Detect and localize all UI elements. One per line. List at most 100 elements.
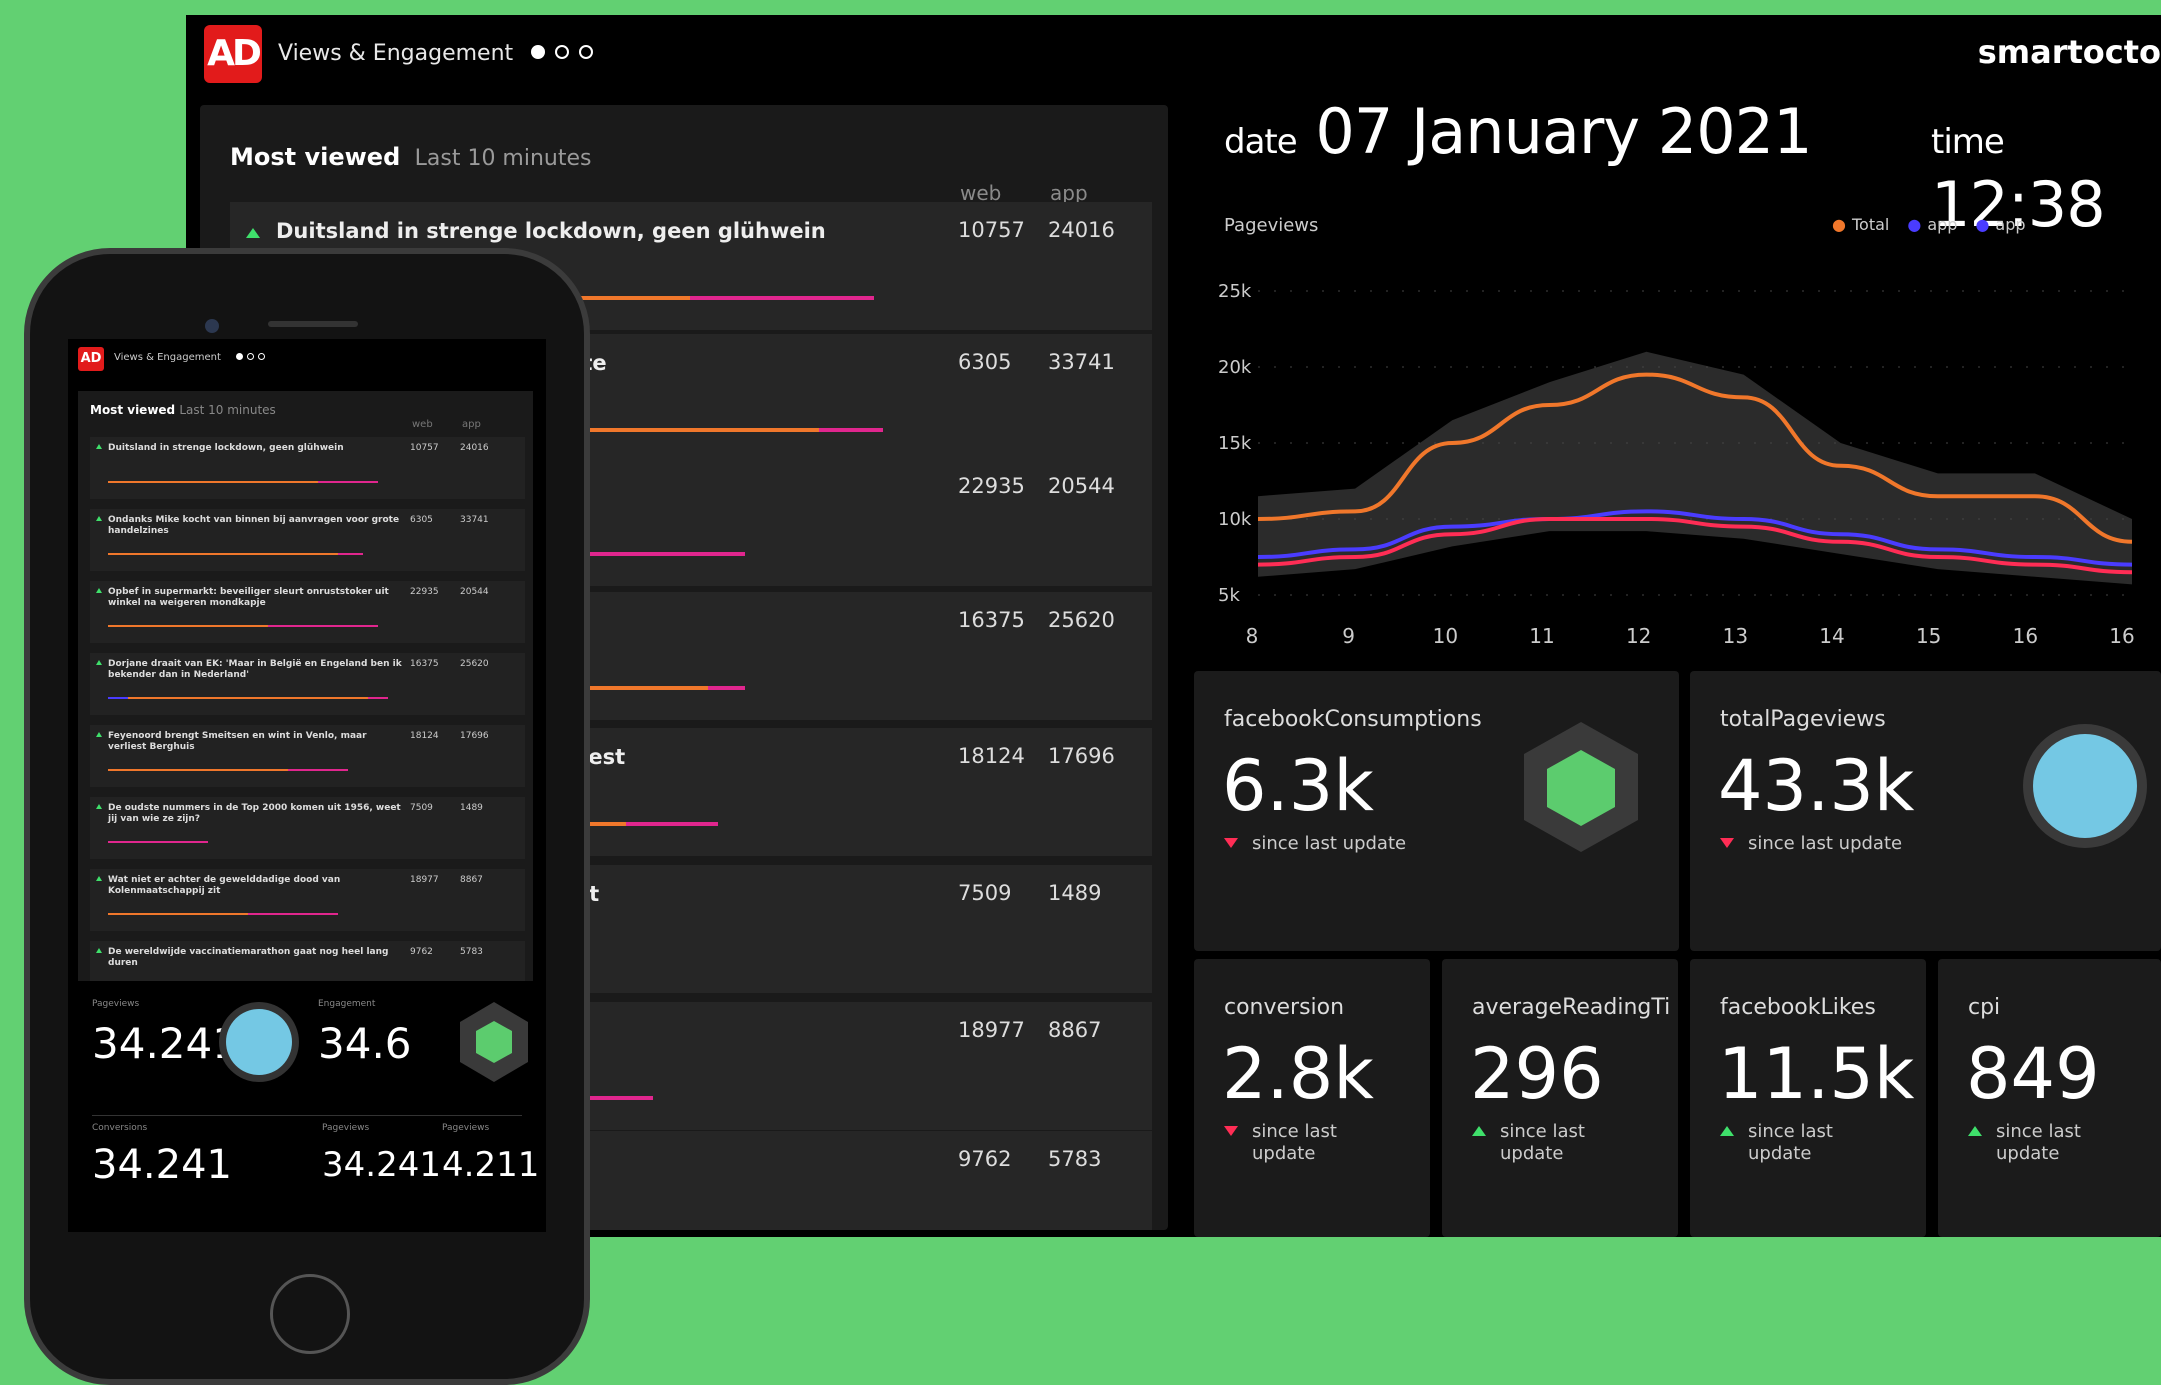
phone-bar-segment (108, 841, 208, 843)
phone-metric-value: 34.241 (92, 1142, 232, 1188)
phone-app-views: 20544 (460, 587, 489, 597)
phone-article-row[interactable]: Opbef in supermarkt: beveiliger sleurt o… (90, 581, 525, 643)
time-label: time (1931, 122, 2005, 162)
y-tick-label: 15k (1218, 433, 1252, 454)
phone-article-row[interactable]: Ondanks Mike kocht van binnen bij aanvra… (90, 509, 525, 571)
card-label: averageReadingTi (1472, 995, 1671, 1020)
circle-icon (2023, 724, 2147, 848)
article-title[interactable]: Duitsland in strenge lockdown, geen glüh… (276, 218, 876, 244)
phone-article-title[interactable]: De oudste nummers in de Top 2000 komen u… (108, 803, 408, 825)
phone-article-title[interactable]: Dorjane draait van EK: 'Maar in België e… (108, 659, 408, 681)
card-value: 6.3k (1222, 745, 1374, 827)
app-views: 17696 (1048, 744, 1115, 768)
phone-col-web: web (412, 419, 433, 430)
phone-article-title[interactable]: Opbef in supermarkt: beveiliger sleurt o… (108, 587, 408, 609)
app-views: 25620 (1048, 608, 1115, 632)
pageviews-chart: Pageviews Total app app 25k20k15k10k5k89… (1212, 195, 2161, 665)
phone-article-row[interactable]: De oudste nummers in de Top 2000 komen u… (90, 797, 525, 859)
phone-web-views: 6305 (410, 515, 433, 525)
phone-metric-value: 34.241 (92, 1019, 239, 1068)
phone-article-row[interactable]: Duitsland in strenge lockdown, geen glüh… (90, 437, 525, 499)
phone-traffic-bar (108, 913, 338, 915)
x-tick-label: 9 (1342, 624, 1355, 648)
card-update-text: since last update (1500, 1121, 1585, 1164)
phone-bar-segment (338, 553, 363, 555)
chart-canvas: 25k 20k 15k 10k 5k 8 9 10 11 12 13 14 15 16 16 (1218, 281, 2135, 648)
dashboard-title: Views & Engagement (278, 41, 514, 66)
phone-metric-label: Pageviews (322, 1123, 370, 1133)
hexagon-icon (460, 1002, 528, 1082)
card-facebook-likes: facebookLikes 11.5k since last update (1690, 959, 1926, 1237)
phone-article-row[interactable]: Dorjane draait van EK: 'Maar in België e… (90, 653, 525, 715)
phone-device: AD Views & Engagement Most viewed Last 1… (24, 248, 590, 1385)
phone-article-title[interactable]: Duitsland in strenge lockdown, geen glüh… (108, 443, 408, 454)
phone-article-title[interactable]: Wat niet er achter de gewelddadige dood … (108, 875, 408, 897)
page-dot[interactable] (579, 45, 593, 59)
y-tick-label: 20k (1218, 357, 1252, 378)
phone-article-row[interactable]: De wereldwijde vaccinatiemarathon gaat n… (90, 941, 525, 981)
phone-metric-label: Conversions (92, 1123, 148, 1133)
phone-bar-segment (108, 553, 338, 555)
phone-bar-segment (108, 625, 268, 627)
phone-article-row[interactable]: Wat niet er achter de gewelddadige dood … (90, 869, 525, 931)
page-dot[interactable] (555, 45, 569, 59)
trend-down-icon (1224, 838, 1238, 848)
phone-page-indicator (236, 353, 265, 360)
y-tick-label: 10k (1218, 509, 1252, 530)
phone-screen: AD Views & Engagement Most viewed Last 1… (68, 339, 546, 1232)
phone-home-button[interactable] (270, 1274, 350, 1354)
date-display: date 07 January 2021 (1224, 95, 1813, 168)
phone-web-views: 9762 (410, 947, 433, 957)
trend-up-icon (96, 516, 102, 521)
phone-web-views: 7509 (410, 803, 433, 813)
x-tick-label: 16 (2109, 624, 2134, 648)
most-viewed-subtitle: Last 10 minutes (414, 146, 592, 171)
card-update: since last update (1224, 833, 1406, 855)
trend-up-icon (96, 444, 102, 449)
phone-app-views: 5783 (460, 947, 483, 957)
phone-metric-label: Pageviews (92, 999, 140, 1009)
page-dot[interactable] (258, 353, 265, 360)
trend-up-icon (96, 588, 102, 593)
phone-bar-segment (248, 913, 338, 915)
phone-app-views: 33741 (460, 515, 489, 525)
phone-speaker (268, 321, 358, 327)
phone-metric-label: Pageviews (442, 1123, 490, 1133)
phone-web-views: 18124 (410, 731, 439, 741)
x-tick-label: 15 (1916, 624, 1941, 648)
phone-article-title[interactable]: Feyenoord brengt Smeitsen en wint in Ven… (108, 731, 408, 753)
page-dot-active[interactable] (236, 353, 243, 360)
app-views: 24016 (1048, 218, 1115, 242)
bar-segment-social (625, 822, 718, 826)
phone-web-views: 22935 (410, 587, 439, 597)
phone-web-views: 16375 (410, 659, 439, 669)
phone-camera (205, 319, 219, 333)
most-viewed-title: Most viewed Last 10 minutes (230, 143, 591, 171)
date-label: date (1224, 122, 1298, 162)
trend-up-icon (96, 732, 102, 737)
page-dot[interactable] (247, 353, 254, 360)
trend-up-icon (96, 948, 102, 953)
x-tick-label: 13 (1723, 624, 1748, 648)
phone-metric-label: Engagement (318, 999, 376, 1009)
phone-article-title[interactable]: De wereldwijde vaccinatiemarathon gaat n… (108, 947, 408, 969)
phone-article-row[interactable]: Feyenoord brengt Smeitsen en wint in Ven… (90, 725, 525, 787)
phone-bar-segment (128, 697, 368, 699)
phone-metric-value: 34.241 (322, 1145, 441, 1185)
phone-traffic-bar (108, 481, 378, 483)
page-dot-active[interactable] (531, 45, 545, 59)
card-value: 11.5k (1718, 1033, 1915, 1115)
phone-article-title[interactable]: Ondanks Mike kocht van binnen bij aanvra… (108, 515, 408, 537)
phone-metric-value: 4.211 (442, 1145, 540, 1185)
bar-segment-social (708, 686, 746, 690)
bar-segment-social (818, 428, 884, 432)
card-update-text: since last update (1748, 833, 1903, 854)
web-views: 18124 (958, 744, 1025, 768)
card-update-text: since last update (1996, 1121, 2081, 1164)
card-value: 296 (1470, 1033, 1604, 1115)
card-label: facebookConsumptions (1224, 707, 1482, 732)
phone-bar-segment (318, 481, 378, 483)
x-tick-label: 12 (1626, 624, 1651, 648)
dashboard-header: AD Views & Engagement smartocto (186, 15, 2161, 105)
x-tick-label: 14 (1819, 624, 1844, 648)
